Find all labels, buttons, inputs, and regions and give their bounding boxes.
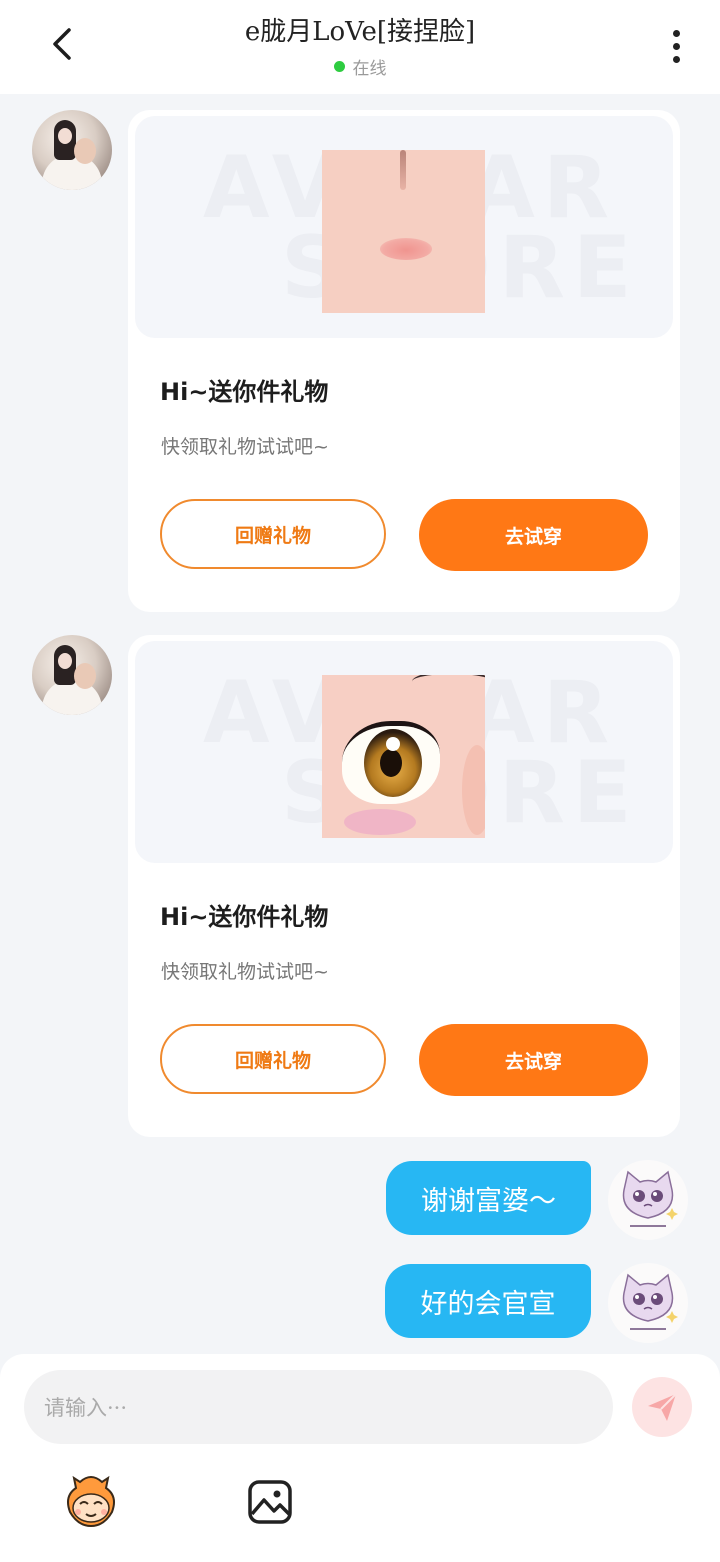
- my-avatar[interactable]: [608, 1160, 688, 1240]
- cat-avatar-icon: [622, 1273, 678, 1330]
- contact-avatar[interactable]: [32, 110, 112, 190]
- try-on-button[interactable]: 去试穿: [419, 1024, 648, 1096]
- online-dot-icon: [333, 61, 345, 72]
- back-button[interactable]: [40, 22, 84, 66]
- gift-card: AVATAR STORE Hi~送你件礼物 快领取礼物试试吧~ 回赠礼物 去试穿: [128, 635, 680, 1137]
- send-button[interactable]: [632, 1377, 692, 1437]
- return-gift-button[interactable]: 回赠礼物: [160, 499, 386, 569]
- chat-header: e胧月LoVe[接捏脸] 在线: [0, 0, 720, 94]
- gift-title: Hi~送你件礼物: [160, 903, 329, 931]
- gift-card: AVATAR STORE Hi~送你件礼物 快领取礼物试试吧~ 回赠礼物 去试穿: [128, 110, 680, 612]
- more-dot-icon: [672, 55, 680, 63]
- cat-avatar-icon: [622, 1170, 678, 1227]
- more-dot-icon: [672, 42, 680, 50]
- contact-avatar[interactable]: [32, 635, 112, 715]
- gift-title: Hi~送你件礼物: [160, 378, 329, 406]
- emoji-icon: [67, 1475, 115, 1528]
- message-bubble-sent[interactable]: 谢谢富婆～: [386, 1161, 591, 1235]
- image-picker-button[interactable]: [246, 1478, 294, 1526]
- message-input[interactable]: 请输入···: [24, 1370, 613, 1444]
- gift-preview[interactable]: AVATAR STORE: [135, 116, 673, 338]
- image-icon: [248, 1480, 292, 1524]
- status-label: 在线: [352, 59, 387, 79]
- gift-preview[interactable]: AVATAR STORE: [135, 641, 673, 863]
- my-avatar[interactable]: [608, 1263, 688, 1343]
- gift-subtitle: 快领取礼物试试吧~: [161, 436, 329, 458]
- return-gift-button[interactable]: 回赠礼物: [160, 1024, 386, 1094]
- emoji-button[interactable]: [60, 1474, 122, 1528]
- send-icon: [648, 1393, 677, 1421]
- more-dot-icon: [672, 29, 680, 37]
- gift-item-image-nose-lips: [322, 150, 485, 313]
- message-composer: 请输入···: [0, 1354, 720, 1562]
- gift-subtitle: 快领取礼物试试吧~: [161, 961, 329, 983]
- chevron-left-icon: [53, 28, 71, 60]
- chat-title-area: e胧月LoVe[接捏脸] 在线: [160, 14, 560, 79]
- online-status: 在线: [160, 54, 560, 79]
- more-options-button[interactable]: [656, 26, 696, 66]
- gift-item-image-eye: [322, 675, 485, 838]
- message-bubble-sent[interactable]: 好的会官宣: [385, 1264, 591, 1338]
- try-on-button[interactable]: 去试穿: [419, 499, 648, 571]
- contact-name: e胧月LoVe[接捏脸]: [244, 17, 476, 47]
